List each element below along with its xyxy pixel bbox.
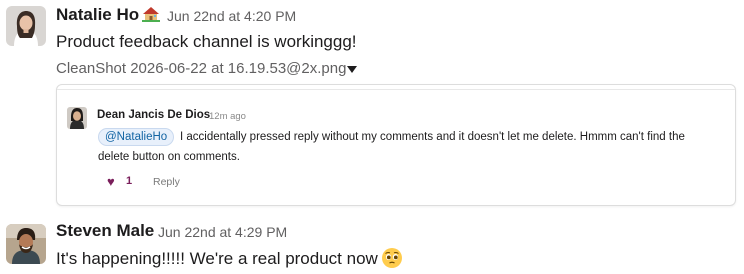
reply-link: Reply (153, 176, 180, 188)
house-icon (142, 6, 160, 26)
like-count: 1 (126, 175, 133, 187)
preview-text-line2: delete button on comments. (98, 151, 240, 163)
author-name[interactable]: Steven Male (56, 221, 154, 241)
preview-text-line1: I accidentally pressed reply without my … (180, 131, 685, 143)
avatar-steven[interactable] (6, 224, 46, 264)
file-name[interactable]: CleanShot 2026-06-22 at 16.19.53@2x.png (56, 60, 346, 77)
image-attachment[interactable]: Dean Jancis De Dios 12m ago @NatalieHo I… (56, 84, 736, 206)
pleading-face-emoji-icon (381, 248, 402, 268)
message-text-wrapper: It's happening!!!!! We're a real product… (56, 248, 402, 269)
timestamp[interactable]: Jun 22nd at 4:20 PM (167, 8, 296, 24)
divider (57, 89, 735, 90)
message-text: Product feedback channel is workinggg! (56, 32, 357, 51)
timestamp[interactable]: Jun 22nd at 4:29 PM (158, 224, 287, 240)
preview-author-name: Dean Jancis De Dios (97, 109, 211, 121)
preview-time: 12m ago (209, 111, 246, 122)
author-name[interactable]: Natalie Ho (56, 5, 139, 25)
chevron-down-icon[interactable] (347, 66, 357, 73)
message-text: It's happening!!!!! We're a real product… (56, 249, 378, 268)
message-natalie: Natalie Ho Jun 22nd at 4:20 PM Product f… (0, 0, 744, 210)
mention-chip: @NatalieHo (98, 128, 175, 146)
heart-icon: ♥ (107, 174, 115, 189)
avatar-natalie[interactable] (6, 6, 46, 46)
message-steven: Steven Male Jun 22nd at 4:29 PM It's hap… (0, 218, 744, 274)
avatar-dean (67, 107, 87, 129)
